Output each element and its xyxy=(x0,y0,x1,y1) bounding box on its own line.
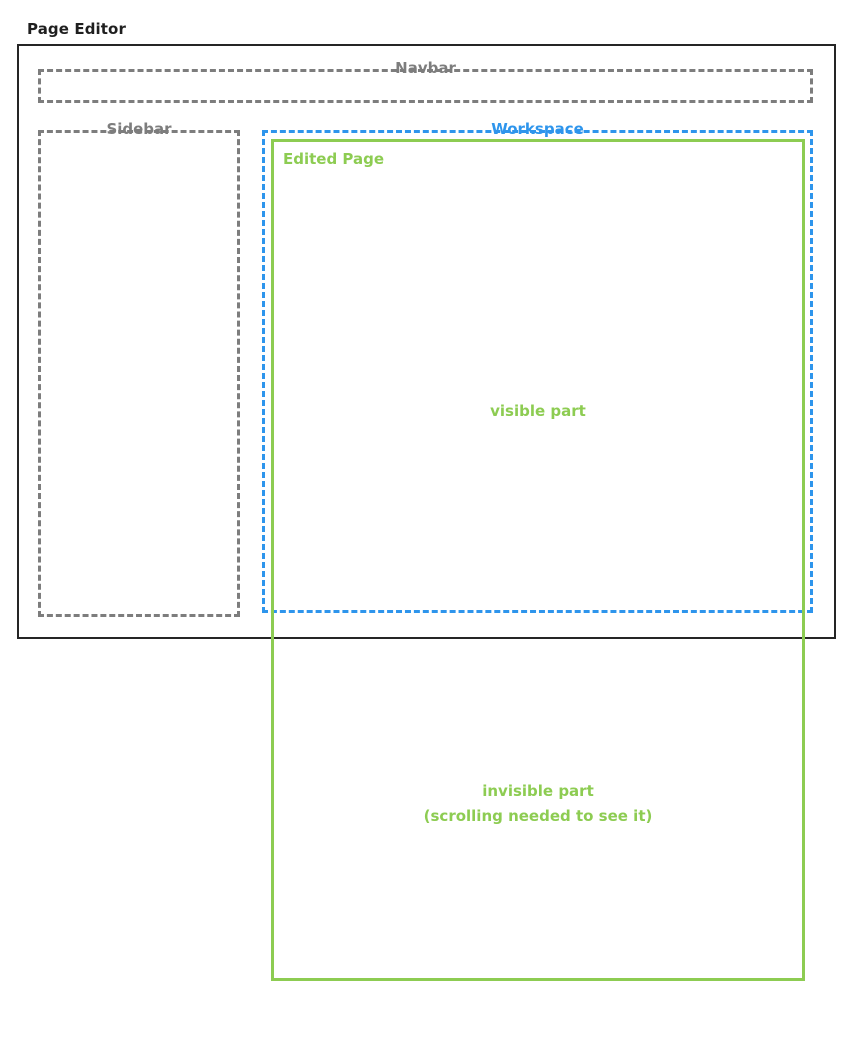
region-navbar: Navbar xyxy=(38,61,813,103)
edited-page-invisible-part-note: invisible part (scrolling needed to see … xyxy=(274,779,802,829)
edited-page-visible-part-note: visible part xyxy=(274,399,802,424)
visible-part-label: visible part xyxy=(490,402,586,420)
region-sidebar: Sidebar xyxy=(38,122,240,617)
edited-page-box: Edited Page visible part invisible part … xyxy=(271,139,805,981)
diagram-canvas: Page Editor Navbar Sidebar Workspace Edi… xyxy=(0,0,858,1042)
invisible-part-label-line2: (scrolling needed to see it) xyxy=(423,806,653,825)
page-title: Page Editor xyxy=(27,20,126,38)
invisible-part-label-line1: invisible part xyxy=(482,782,594,800)
edited-page-label: Edited Page xyxy=(283,150,385,168)
